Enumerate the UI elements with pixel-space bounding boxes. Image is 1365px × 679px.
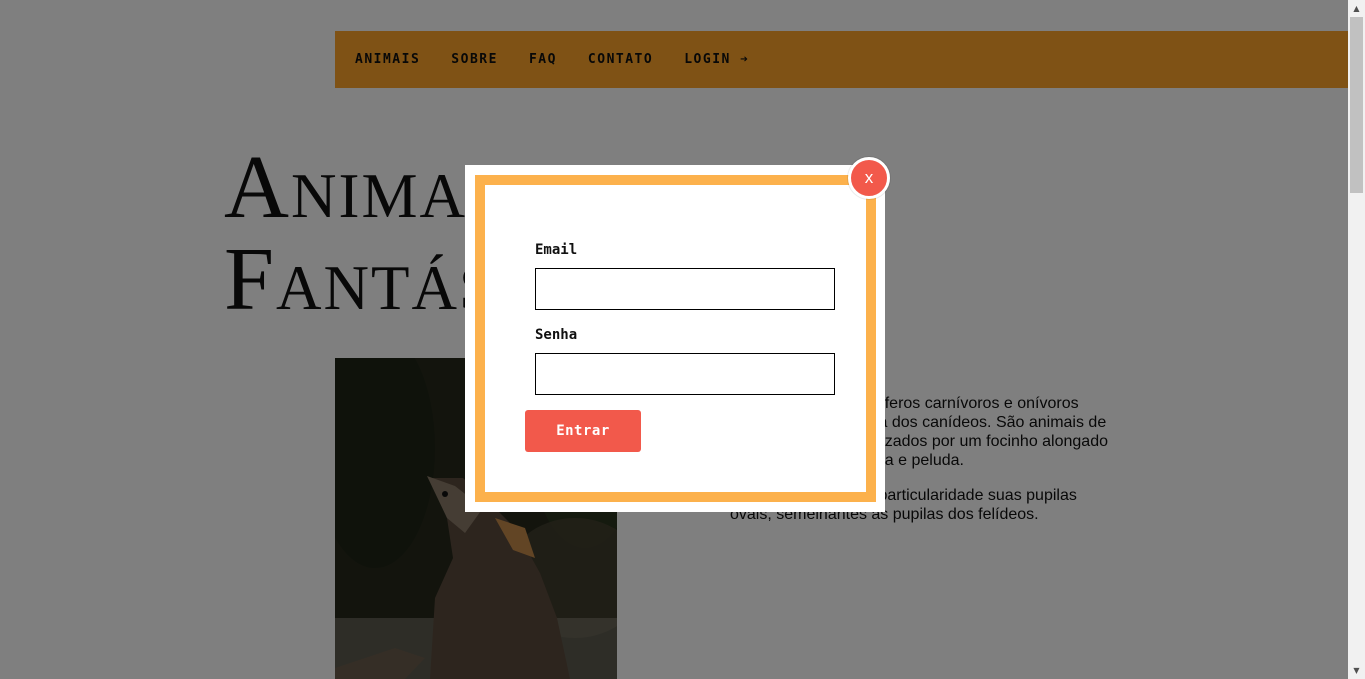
scroll-down-icon[interactable]: ▼: [1348, 662, 1365, 679]
password-field[interactable]: [535, 353, 835, 395]
login-submit-button[interactable]: Entrar: [525, 410, 641, 452]
email-field[interactable]: [535, 268, 835, 310]
vertical-scrollbar[interactable]: ▲ ▼: [1348, 0, 1365, 679]
password-label: Senha: [535, 327, 578, 343]
close-modal-button[interactable]: x: [848, 157, 890, 199]
scroll-thumb[interactable]: [1350, 17, 1363, 193]
scroll-up-icon[interactable]: ▲: [1348, 0, 1365, 17]
login-modal: Email Senha Entrar: [465, 165, 885, 512]
close-icon: x: [864, 167, 874, 187]
modal-frame: Email Senha Entrar: [475, 175, 876, 502]
email-label: Email: [535, 242, 578, 258]
